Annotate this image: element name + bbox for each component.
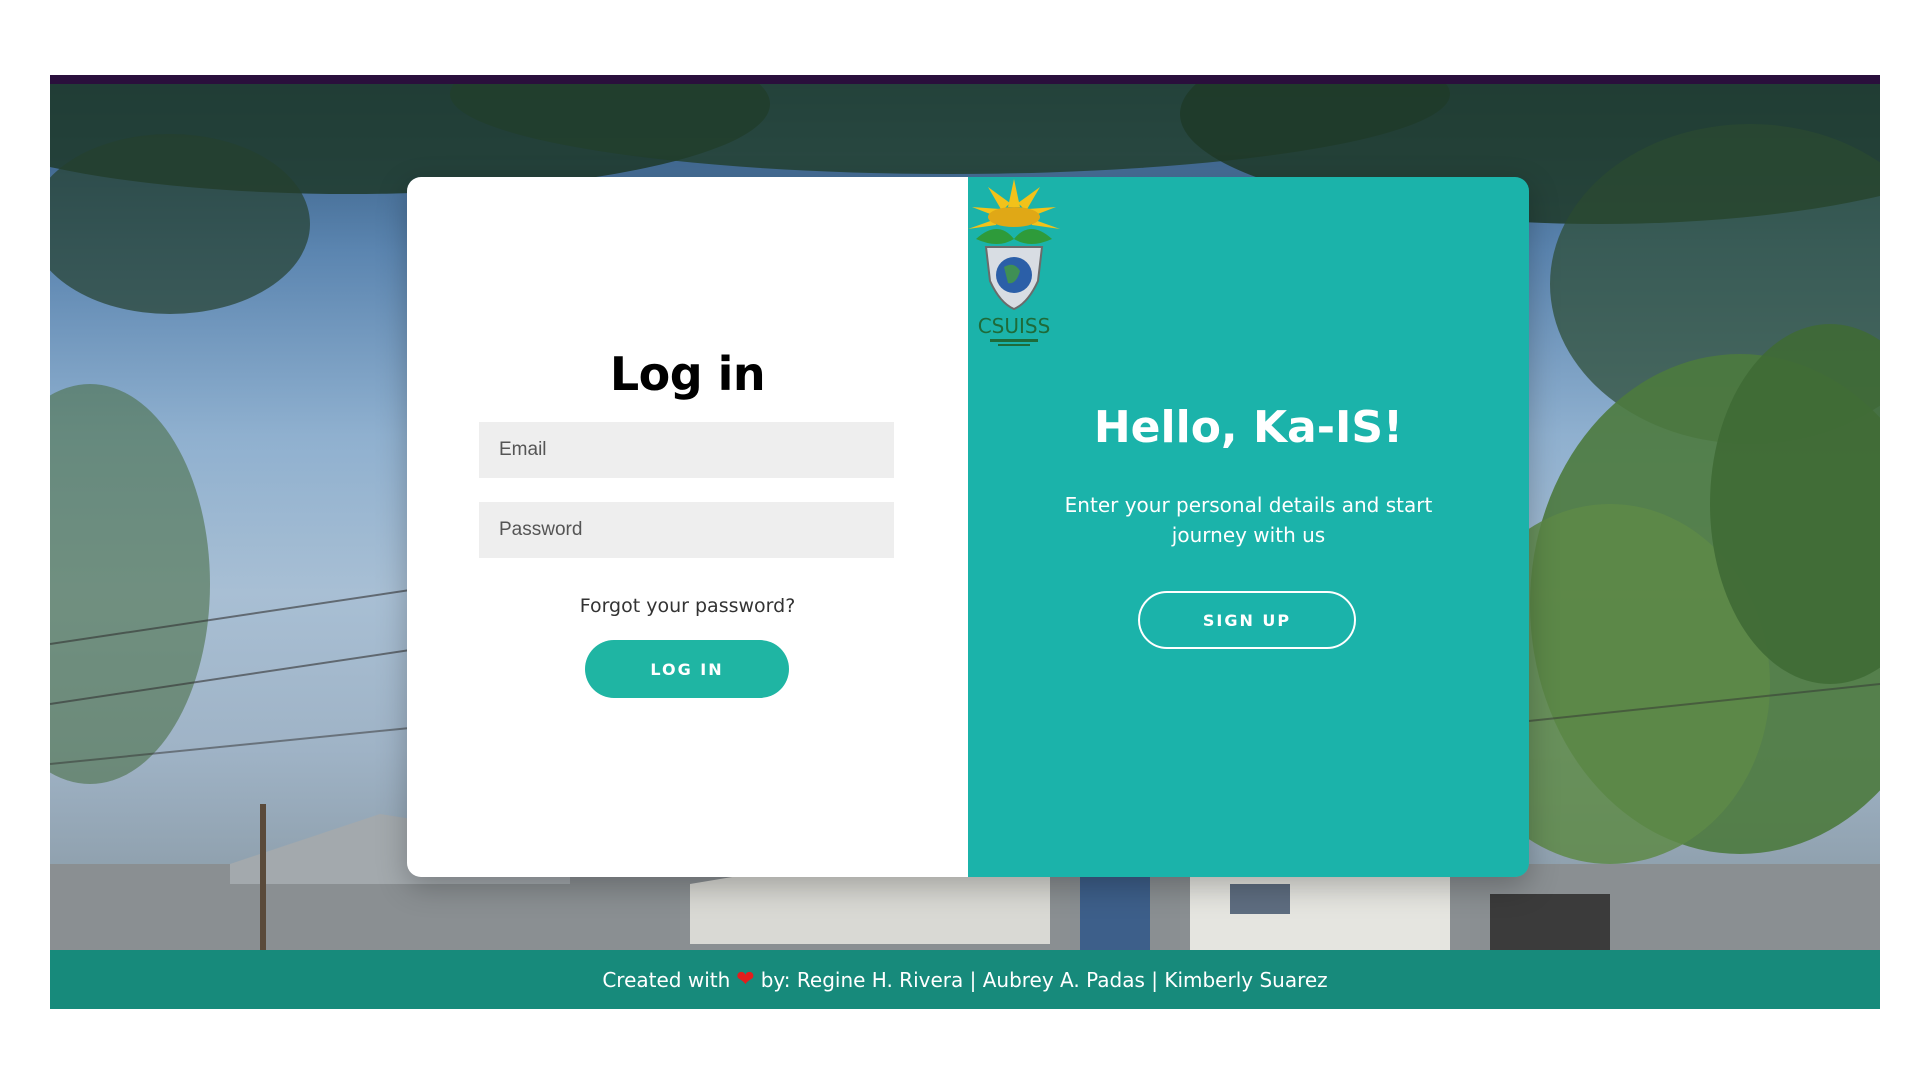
background-photo: Log in Forgot your password? LOG IN <box>50 84 1880 1009</box>
login-button[interactable]: LOG IN <box>585 640 789 698</box>
auth-card: Log in Forgot your password? LOG IN <box>407 177 1529 877</box>
csuiss-logo: CSUISS <box>968 179 1060 346</box>
welcome-heading: Hello, Ka-IS! <box>1093 402 1404 453</box>
heart-icon: ❤ <box>736 967 755 992</box>
forgot-password-link[interactable]: Forgot your password? <box>407 595 968 617</box>
footer-credits: by: Regine H. Rivera | Aubrey A. Padas |… <box>760 967 1328 992</box>
email-input[interactable] <box>479 422 894 478</box>
welcome-tagline: Enter your personal details and start jo… <box>1064 493 1433 547</box>
top-accent-bar <box>50 75 1880 84</box>
signup-button[interactable]: SIGN UP <box>1138 591 1356 649</box>
footer-prefix: Created with <box>602 967 731 992</box>
footer: Created with ❤ by: Regine H. Rivera | Au… <box>50 950 1880 1009</box>
login-title: Log in <box>609 347 766 401</box>
password-input[interactable] <box>479 502 894 558</box>
svg-text:CSUISS: CSUISS <box>978 314 1051 338</box>
page-frame: Log in Forgot your password? LOG IN <box>50 75 1880 1009</box>
welcome-panel: CSUISS Hello, Ka-IS! Enter your personal… <box>968 177 1529 877</box>
login-panel: Log in Forgot your password? LOG IN <box>407 177 968 877</box>
